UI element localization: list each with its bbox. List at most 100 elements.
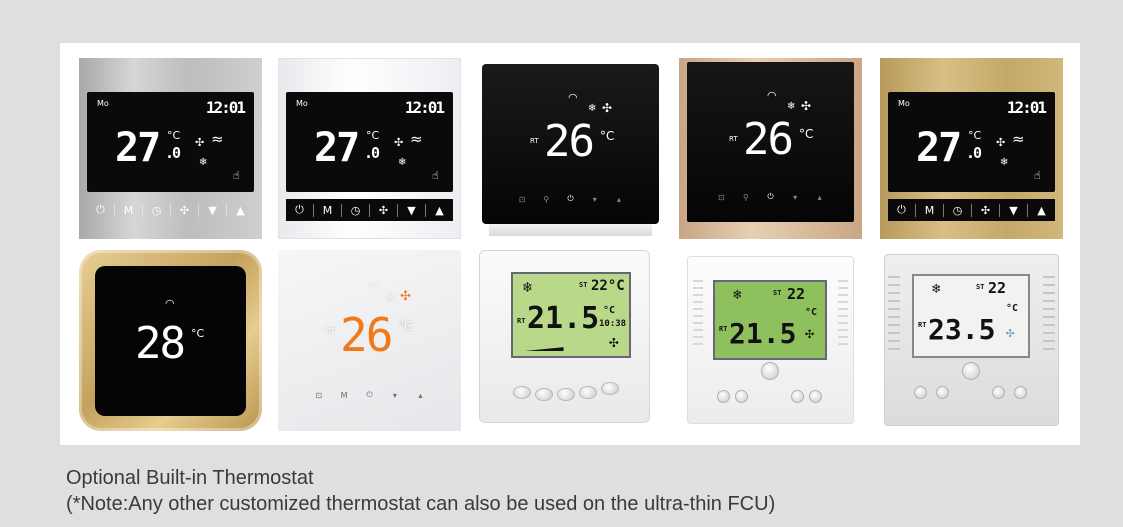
lcd-screen: Mo 12:01 27 °C .0 ✣ ≈ ❄ ☝: [286, 92, 453, 192]
wifi-icon: ◠: [165, 297, 175, 310]
fan-button[interactable]: [936, 386, 949, 399]
down-button[interactable]: ▾: [783, 193, 808, 202]
set-label: ST: [976, 283, 985, 291]
snowflake-icon: ❄: [733, 287, 742, 303]
vent-left: [693, 280, 703, 350]
power-button[interactable]: ⏻: [888, 203, 915, 217]
up-button[interactable]: ▴: [408, 391, 433, 400]
set-label: ST: [579, 281, 588, 289]
fan-icon: ✣: [195, 136, 205, 149]
up-button[interactable]: ▴: [607, 195, 631, 204]
lcd-screen: Mo 12:01 27 °C .0 ✣ ≈ ❄ ☝: [888, 92, 1055, 192]
temperature-unit: °C: [398, 319, 413, 333]
up-button[interactable]: ▲: [1027, 203, 1055, 217]
vent-right: [1043, 276, 1055, 356]
thermostat-8-lcd-white: ❄ ST 22°C RT 21.5 °C 10:38 ✣: [479, 250, 662, 431]
down-button[interactable]: ▾: [583, 195, 607, 204]
up-button[interactable]: [601, 382, 619, 395]
mode-button[interactable]: M: [331, 391, 356, 400]
clock-display: 12:01: [404, 98, 445, 117]
wind-icon: ≈: [410, 130, 423, 148]
power-button[interactable]: ⏻: [558, 194, 582, 204]
snowflake-icon: ❄: [199, 157, 208, 168]
set-temperature: 22: [988, 279, 1007, 297]
button-bar: ⏻ M ◷ ✣ ▼ ▲: [286, 199, 453, 221]
temperature-display: 27: [314, 125, 360, 171]
timer-button[interactable]: ◷: [142, 203, 170, 217]
down-button[interactable]: [791, 390, 804, 403]
room-temperature: 21.5: [729, 317, 797, 350]
snowflake-icon: ❄: [523, 278, 533, 296]
hand-icon: ☝: [432, 169, 439, 182]
button-bar: ⏻ M ◷ ✣ ▼ ▲: [888, 199, 1055, 221]
fan-button[interactable]: ✣: [971, 203, 999, 217]
thermostat-4-rose-gold: ◠ ❄ ✣ RT 26 °C ⊡ ⚲ ⏻ ▾ ▴: [679, 58, 862, 239]
menu-button[interactable]: ⊡: [709, 193, 734, 202]
up-button[interactable]: ▴: [807, 193, 832, 202]
temperature-unit: °C: [167, 129, 181, 142]
white-base: [489, 224, 652, 236]
hand-icon: ☝: [1034, 169, 1041, 182]
power-button[interactable]: ⏻: [286, 203, 313, 217]
vent-right: [838, 280, 848, 350]
fan-button[interactable]: ✣: [170, 203, 198, 217]
menu-button[interactable]: ⊡: [306, 391, 331, 400]
thermostat-6-gold-rounded: ◠ 28 °C: [79, 250, 262, 431]
mode-button[interactable]: M: [114, 203, 142, 217]
lcd-screen: Mo 12:01 27 °C .0 ✣ ≈ ❄ ☝: [87, 92, 254, 192]
mode-button[interactable]: [761, 362, 779, 380]
mode-button[interactable]: ⚲: [534, 195, 558, 204]
fan-button[interactable]: ✣: [369, 203, 397, 217]
up-button[interactable]: ▲: [425, 203, 453, 217]
mode-button[interactable]: M: [915, 203, 943, 217]
rt-label: RT: [326, 327, 335, 335]
temperature-unit: °C: [1006, 303, 1019, 314]
up-button[interactable]: ▲: [226, 203, 254, 217]
mode-button[interactable]: M: [313, 203, 341, 217]
wind-icon: ≈: [211, 130, 224, 148]
up-button[interactable]: [1014, 386, 1027, 399]
up-button[interactable]: [809, 390, 822, 403]
glass-panel: ◠ ❄ ✣ RT 26 °C ⊡ ⚲ ⏻ ▾ ▴: [687, 62, 854, 222]
power-button[interactable]: [717, 390, 730, 403]
menu-button[interactable]: ⊡: [510, 195, 534, 204]
set-temperature: 22: [787, 285, 806, 303]
power-button[interactable]: ⏻: [758, 192, 783, 202]
down-button[interactable]: [579, 386, 597, 399]
fan-icon: ✣: [602, 101, 613, 115]
timer-button[interactable]: ◷: [341, 203, 369, 217]
down-button[interactable]: ▼: [999, 203, 1027, 217]
power-button[interactable]: ⏻: [87, 203, 114, 217]
temperature-display: 26: [340, 308, 393, 362]
caption-title: Optional Built-in Thermostat: [66, 467, 314, 489]
thermostat-10-lcd-grey: ❄ ST 22 °C RT 23.5 ✣: [880, 250, 1063, 431]
down-button[interactable]: ▾: [382, 391, 407, 400]
down-button[interactable]: ▼: [397, 203, 425, 217]
wifi-icon: ◠: [568, 91, 578, 104]
power-button[interactable]: [513, 386, 531, 399]
snowflake-icon: ❄: [787, 101, 796, 112]
timer-button[interactable]: ◷: [943, 203, 971, 217]
down-button[interactable]: [992, 386, 1005, 399]
vent-left: [888, 276, 900, 356]
thermostat-9-lcd-vented: ❄ ST 22 °C RT 21.5 ✣: [679, 250, 862, 431]
power-button[interactable]: ⏻: [357, 390, 382, 400]
room-temperature: 23.5: [928, 313, 996, 346]
wind-icon: ≈: [1012, 130, 1025, 148]
fan-button[interactable]: [735, 390, 748, 403]
day-label: Mo: [296, 99, 308, 108]
temperature-unit: °C: [366, 129, 380, 142]
lcd-screen: ❄ ST 22 °C RT 21.5 ✣: [713, 280, 827, 360]
thermostat-3-black-square: ◠ ❄ ✣ RT 26 °C ⊡ ⚲ ⏻ ▾ ▴: [479, 58, 662, 239]
caption-note: (*Note:Any other customized thermostat c…: [66, 493, 776, 515]
mode-button[interactable]: ⚲: [734, 193, 759, 202]
temperature-display: 27: [916, 125, 962, 171]
wifi-icon: ◠: [368, 281, 378, 294]
power-button[interactable]: [914, 386, 927, 399]
touch-buttons: ⊡ ⚲ ⏻ ▾ ▴: [709, 186, 832, 208]
down-button[interactable]: ▼: [198, 203, 226, 217]
glass-panel: ◠ ❄ ✣ RT 26 °C ⊡ ⚲ ⏻ ▾ ▴: [482, 64, 659, 224]
mode-button[interactable]: [962, 362, 980, 380]
mode-button[interactable]: [535, 388, 553, 401]
fan-button[interactable]: [557, 388, 575, 401]
